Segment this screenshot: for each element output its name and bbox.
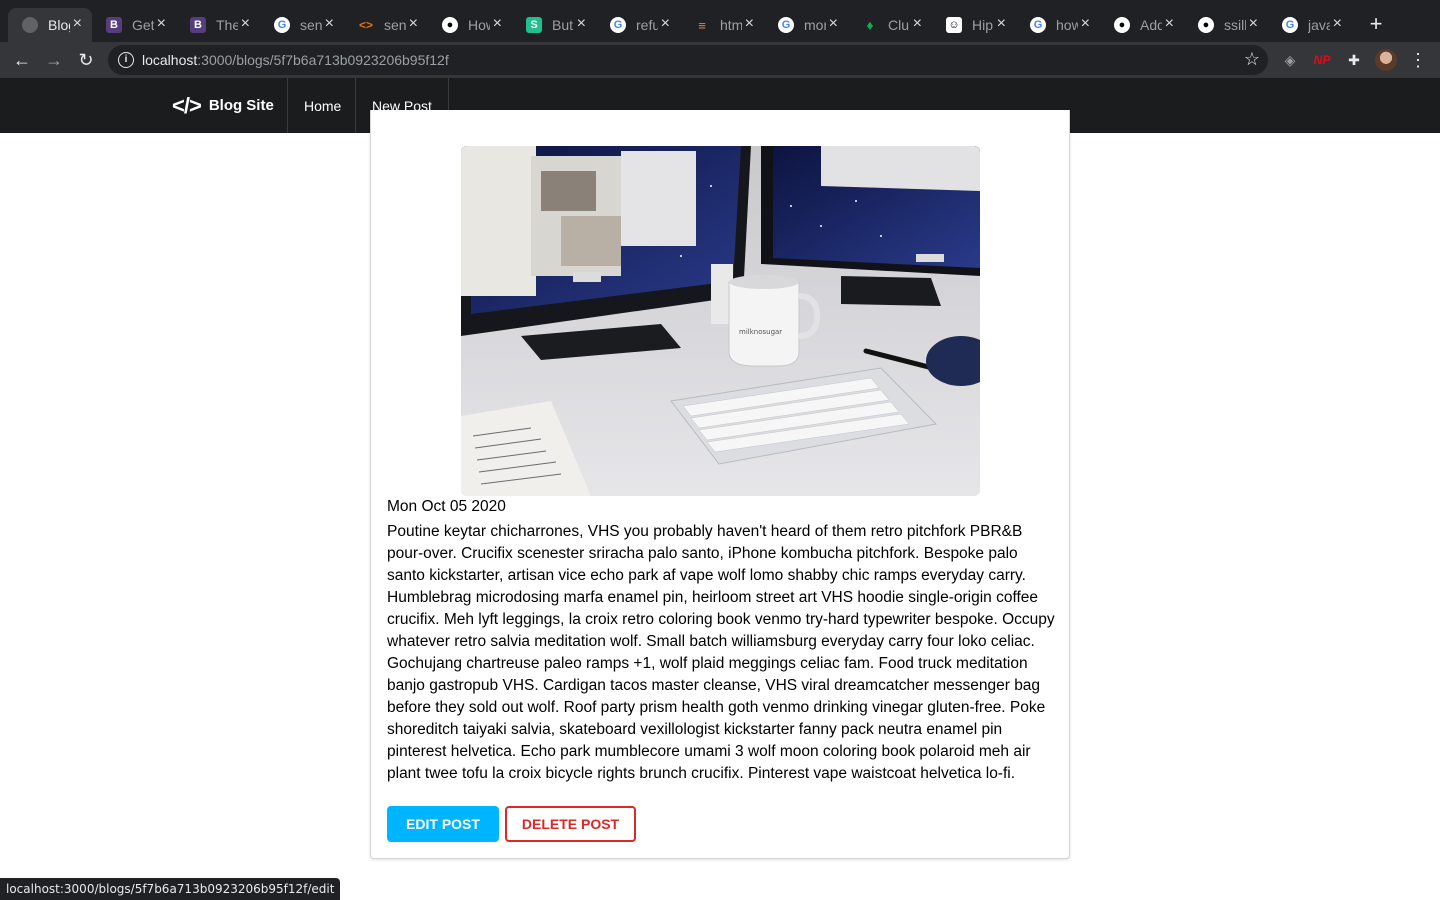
tab-how-github[interactable]: ● How × [428,8,512,42]
globe-icon [22,17,38,33]
svg-text:milknosugar: milknosugar [739,328,782,336]
close-icon[interactable]: × [1249,16,1258,32]
tab-title: refu [636,17,658,33]
tab-hip[interactable]: ☺ Hip × [932,8,1016,42]
bootstrap-icon: B [106,17,122,33]
tab-title: Add [1140,17,1162,33]
bookmark-star-icon[interactable]: ☆ [1244,49,1260,70]
tab-clu[interactable]: ♦ Clu × [848,8,932,42]
desk-photo-illustration: milknosugar [461,146,980,496]
extension-np[interactable]: NP [1312,50,1332,70]
google-icon: G [274,17,290,33]
close-icon[interactable]: × [829,16,838,32]
tab-how-google[interactable]: G how × [1016,8,1100,42]
back-icon[interactable]: ← [10,48,34,72]
close-icon[interactable]: × [1333,16,1342,32]
close-icon[interactable]: × [1081,16,1090,32]
tab-title: How [468,17,490,33]
close-icon[interactable]: × [997,16,1006,32]
tab-title: mor [804,17,826,33]
browser-tab-strip: Blog × B Get × B The × G sen × <> sen × … [0,0,1440,42]
tab-java[interactable]: G java × [1268,8,1352,42]
info-icon[interactable]: i [118,52,134,68]
hipster-icon: ☺ [946,17,962,33]
bootstrap-icon: B [190,17,206,33]
tab-htm[interactable]: ≡ htm × [680,8,764,42]
close-icon[interactable]: × [73,16,82,32]
github-icon: ● [1198,17,1214,33]
url-text[interactable]: localhost:3000/blogs/5f7b6a713b0923206b9… [142,52,449,68]
stackoverflow-icon: ≡ [698,17,706,33]
tab-get[interactable]: B Get × [92,8,176,42]
close-icon[interactable]: × [913,16,922,32]
tab-mor[interactable]: G mor × [764,8,848,42]
tab-title: sen [384,17,406,33]
tab-title: But [552,17,574,33]
s-brand-icon: S [526,17,542,33]
post-image: milknosugar [461,146,980,496]
tab-title: htm [720,17,742,33]
tab-title: Blog [48,17,70,33]
brand-title: Blog Site [208,97,274,114]
url-path: :3000/blogs/5f7b6a713b0923206b95f12f [197,52,449,68]
status-url-bubble: localhost:3000/blogs/5f7b6a713b0923206b9… [0,878,341,900]
tab-title: The [216,17,238,33]
close-icon[interactable]: × [157,16,166,32]
tab-blog[interactable]: Blog × [8,8,92,42]
github-icon: ● [442,17,458,33]
tab-title: java [1308,17,1330,33]
more-menu-icon[interactable]: ⋮ [1408,48,1428,72]
close-icon[interactable]: × [493,16,502,32]
tab-title: Hip [972,17,994,33]
reload-icon[interactable]: ↻ [74,48,98,72]
nav-home[interactable]: Home [287,78,357,133]
tab-ssill[interactable]: ● ssill × [1184,8,1268,42]
close-icon[interactable]: × [661,16,670,32]
google-icon: G [1030,17,1046,33]
leaf-icon: ♦ [866,17,874,33]
code-icon: </> [172,92,202,118]
tab-the[interactable]: B The × [176,8,260,42]
close-icon[interactable]: × [241,16,250,32]
tab-title: sen [300,17,322,33]
dropbox-icon[interactable]: ◈ [1280,50,1300,70]
tab-title: Get [132,17,154,33]
url-host: localhost [142,52,198,68]
browser-toolbar: ← → ↻ i localhost:3000/blogs/5f7b6a713b0… [0,42,1440,78]
new-tab-button[interactable]: + [1364,12,1388,36]
google-icon: G [610,17,626,33]
code-icon: <> [358,18,373,32]
extensions-puzzle-icon[interactable]: ✚ [1344,50,1364,70]
tab-title: Clu [888,17,910,33]
tab-title: how [1056,17,1078,33]
close-icon[interactable]: × [409,16,418,32]
close-icon[interactable]: × [1165,16,1174,32]
tab-add[interactable]: ● Add × [1100,8,1184,42]
address-bar[interactable]: i localhost:3000/blogs/5f7b6a713b0923206… [108,45,1268,75]
close-icon[interactable]: × [577,16,586,32]
post-body: Poutine keytar chicharrones, VHS you pro… [387,523,1055,782]
delete-post-button[interactable]: DELETE POST [505,806,636,842]
close-icon[interactable]: × [325,16,334,32]
brand-link[interactable]: </> Blog Site [172,78,288,133]
tab-sen-google[interactable]: G sen × [260,8,344,42]
edit-post-button[interactable]: EDIT POST [387,806,499,842]
tab-refu[interactable]: G refu × [596,8,680,42]
google-icon: G [778,17,794,33]
google-icon: G [1282,17,1298,33]
tab-title: ssill [1224,17,1246,33]
tab-sen-code[interactable]: <> sen × [344,8,428,42]
post-date: Mon Oct 05 2020 [387,498,506,515]
tab-but[interactable]: S But × [512,8,596,42]
forward-icon[interactable]: → [42,48,66,72]
github-icon: ● [1114,17,1130,33]
close-icon[interactable]: × [745,16,754,32]
profile-avatar[interactable] [1375,49,1397,71]
